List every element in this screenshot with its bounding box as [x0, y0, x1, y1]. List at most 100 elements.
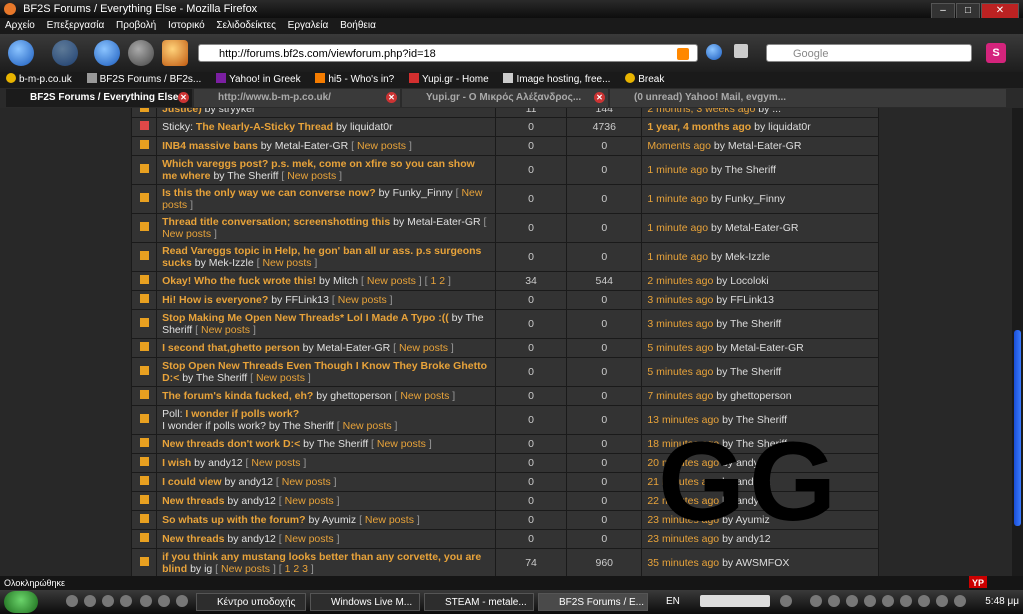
last-post-link[interactable]: 2 minutes ago [647, 275, 713, 287]
menu-tools[interactable]: Εργαλεία [288, 20, 329, 31]
topic-row[interactable]: Sticky: The Nearly-A-Sticky Thread by li… [130, 117, 879, 137]
tray-icon[interactable] [954, 595, 966, 607]
topic-row[interactable]: Read Vareggs topic in Help, he gon' ban … [130, 242, 879, 272]
topic-row[interactable]: Which vareggs post? p.s. mek, come on xf… [130, 155, 879, 185]
bookmark-item[interactable]: Yahoo! in Greek [216, 73, 301, 85]
quicklaunch-icon[interactable] [66, 595, 78, 607]
quicklaunch-icon[interactable] [120, 595, 132, 607]
home-button[interactable] [162, 40, 188, 66]
new-posts-link[interactable]: New posts [282, 476, 331, 488]
reload-button[interactable] [94, 40, 120, 66]
tab-bf2s[interactable]: BF2S Forums / Everything Else ✕ [6, 89, 192, 107]
yp-badge[interactable]: YP [969, 576, 987, 588]
topic-title-link[interactable]: New threads don't work D:< [162, 438, 300, 450]
taskbar-item[interactable]: STEAM - metale... [424, 593, 534, 611]
topic-title-link[interactable]: Justice) [162, 108, 202, 115]
forward-button[interactable] [52, 40, 78, 66]
topic-title-link[interactable]: INB4 massive bans [162, 140, 258, 152]
new-posts-link[interactable]: New posts [285, 495, 334, 507]
last-post-link[interactable]: 1 year, 4 months ago [647, 121, 751, 133]
bookmark-item[interactable]: BF2S Forums / BF2s... [86, 73, 201, 85]
tab-yupi[interactable]: Yupi.gr - Ο Μικρός Αλέξανδρος... ✕ [402, 89, 608, 107]
topic-title-link[interactable]: New threads [162, 533, 224, 545]
new-posts-link[interactable]: New posts [400, 390, 449, 402]
taskbar-item-active[interactable]: BF2S Forums / E... [538, 593, 648, 611]
search-input[interactable]: Google [766, 44, 972, 62]
topic-title-link[interactable]: Stop Making Me Open New Threads* Lol I M… [162, 312, 449, 324]
topic-title-link[interactable]: Hi! How is everyone? [162, 294, 268, 306]
tray-icon[interactable] [846, 595, 858, 607]
bookmark-item[interactable]: b-m-p.co.uk [6, 73, 72, 85]
topic-row[interactable]: Is this the only way we can converse now… [130, 184, 879, 214]
close-tab-icon[interactable]: ✕ [386, 92, 397, 103]
quicklaunch-icon[interactable] [176, 595, 188, 607]
new-posts-link[interactable]: New posts [287, 170, 336, 182]
new-posts-link[interactable]: New posts [201, 324, 250, 336]
last-post-link[interactable]: 5 minutes ago [647, 366, 713, 378]
last-post-link[interactable]: 1 minute ago [647, 251, 708, 263]
menu-edit[interactable]: Επεξεργασία [47, 20, 105, 31]
topic-row[interactable]: Stop Making Me Open New Threads* Lol I M… [130, 309, 879, 339]
page-links[interactable]: 1 2 [431, 275, 446, 287]
menu-history[interactable]: Ιστορικό [168, 20, 205, 31]
topic-title-link[interactable]: So whats up with the forum? [162, 514, 306, 526]
new-posts-link[interactable]: New posts [399, 342, 448, 354]
topic-row[interactable]: Okay! Who the fuck wrote this! by Mitch … [130, 271, 879, 291]
last-post-link[interactable]: 3 minutes ago [647, 318, 713, 330]
tray-icon[interactable] [828, 595, 840, 607]
topic-title-link[interactable]: Thread title conversation; screenshottin… [162, 216, 390, 228]
topic-row[interactable]: I second that,ghetto person by Metal-Eat… [130, 338, 879, 358]
topic-title-link[interactable]: The forum's kinda fucked, eh? [162, 390, 313, 402]
vertical-scrollbar[interactable] [1012, 108, 1023, 576]
quicklaunch-icon[interactable] [158, 595, 170, 607]
topic-title-link[interactable]: Okay! Who the fuck wrote this! [162, 275, 316, 287]
extension-icon[interactable] [734, 44, 748, 58]
topic-title-link[interactable]: I wish [162, 457, 191, 469]
bookmark-item[interactable]: Yupi.gr - Home [408, 73, 489, 85]
taskbar-item[interactable]: Windows Live M... [310, 593, 420, 611]
topic-title-link[interactable]: I wonder if polls work? [185, 408, 299, 420]
bookmark-item[interactable]: hi5 - Who's in? [315, 73, 394, 85]
page-links[interactable]: 1 2 3 [285, 563, 308, 575]
new-posts-link[interactable]: New posts [251, 457, 300, 469]
bookmark-item[interactable]: Break [625, 73, 664, 85]
new-posts-link[interactable]: New posts [256, 372, 305, 384]
tray-icon[interactable] [780, 595, 792, 607]
new-posts-link[interactable]: New posts [285, 533, 334, 545]
new-posts-link[interactable]: New posts [367, 275, 416, 287]
new-posts-link[interactable]: New posts [221, 563, 270, 575]
tray-icon[interactable] [936, 595, 948, 607]
scrollbar-thumb[interactable] [1014, 330, 1021, 526]
topic-title-link[interactable]: I second that,ghetto person [162, 342, 300, 354]
stop-button[interactable] [128, 40, 154, 66]
language-indicator[interactable]: EN [666, 590, 680, 614]
quicklaunch-icon[interactable] [140, 595, 152, 607]
back-button[interactable] [8, 40, 34, 66]
menu-help[interactable]: Βοήθεια [340, 20, 376, 31]
topic-title-link[interactable]: The Nearly-A-Sticky Thread [196, 121, 333, 133]
nero-icon[interactable] [700, 595, 770, 607]
tray-icon[interactable] [864, 595, 876, 607]
tab-yahoo-mail[interactable]: (0 unread) Yahoo! Mail, evgym... [610, 89, 1006, 107]
close-tab-icon[interactable]: ✕ [178, 92, 189, 103]
new-posts-link[interactable]: New posts [343, 420, 392, 432]
topic-row[interactable]: The forum's kinda fucked, eh? by ghettop… [130, 386, 879, 406]
tray-icon[interactable] [900, 595, 912, 607]
quicklaunch-icon[interactable] [102, 595, 114, 607]
new-posts-link[interactable]: New posts [377, 438, 426, 450]
tray-icon[interactable] [810, 595, 822, 607]
new-posts-link[interactable]: New posts [357, 140, 406, 152]
address-bar[interactable]: http://forums.bf2s.com/viewforum.php?id=… [198, 44, 698, 62]
last-post-link[interactable]: 1 minute ago [647, 164, 708, 176]
last-post-link[interactable]: 7 minutes ago [647, 390, 713, 402]
tab-bmp[interactable]: http://www.b-m-p.co.uk/ ✕ [194, 89, 400, 107]
menu-view[interactable]: Προβολή [116, 20, 156, 31]
new-posts-link[interactable]: New posts [262, 257, 311, 269]
topic-title-link[interactable]: New threads [162, 495, 224, 507]
new-posts-link[interactable]: New posts [162, 228, 211, 240]
last-post-link[interactable]: Moments ago [647, 140, 711, 152]
tray-icon[interactable] [882, 595, 894, 607]
stumble-button[interactable]: S [986, 43, 1006, 63]
last-post-link[interactable]: 5 minutes ago [647, 342, 713, 354]
tray-icon[interactable] [918, 595, 930, 607]
